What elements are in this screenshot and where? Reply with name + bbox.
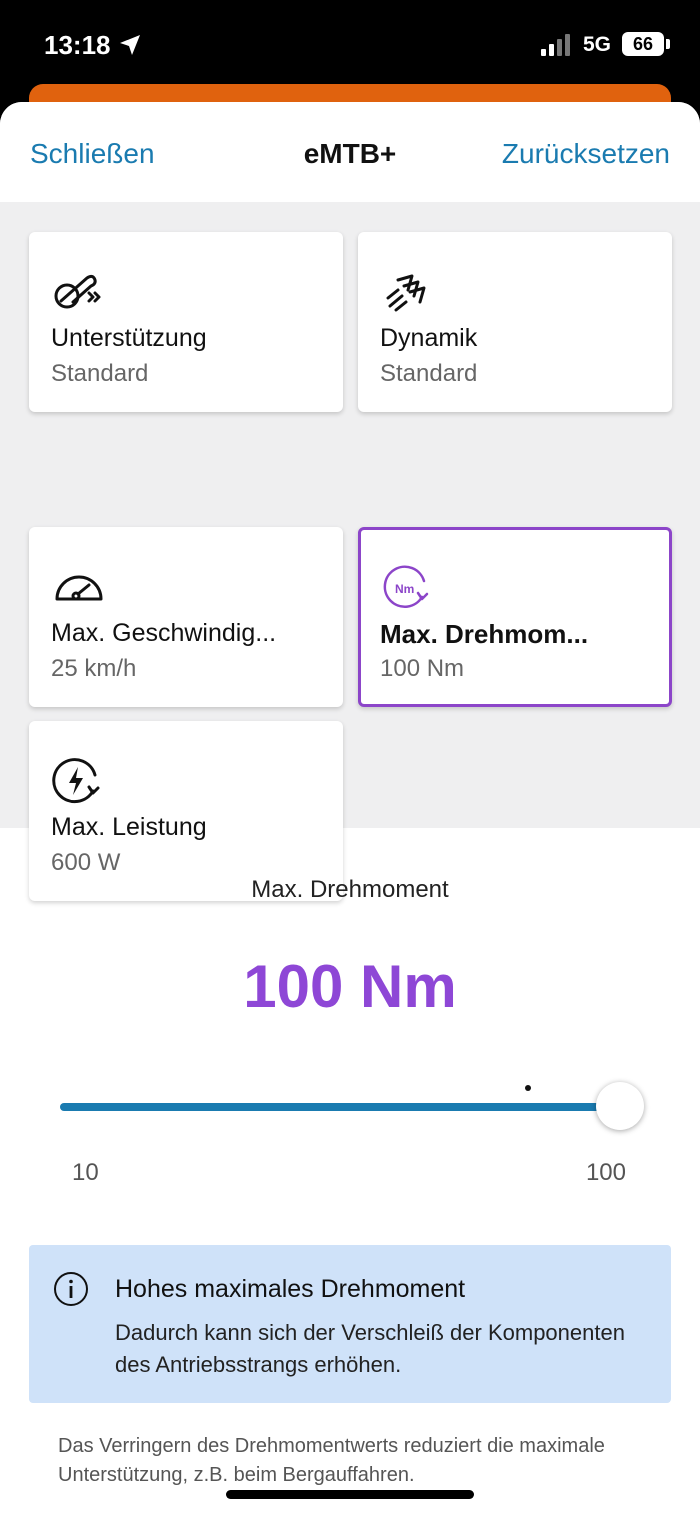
slider-max-label: 100 (585, 1159, 626, 1186)
torque-slider[interactable] (60, 1072, 644, 1142)
tile-value: 100 Nm (380, 655, 465, 682)
svg-text:Nm: Nm (395, 582, 414, 596)
home-indicator (226, 1490, 474, 1499)
info-box: Hohes maximales Drehmoment Dadurch kann … (29, 1245, 671, 1403)
dynamics-icon (386, 274, 426, 312)
cellular-signal-icon (541, 34, 570, 56)
info-icon (54, 1272, 88, 1306)
tile-title: Max. Drehmom... (380, 619, 589, 649)
slider-thumb[interactable] (596, 1082, 644, 1130)
info-title: Hohes maximales Drehmoment (115, 1275, 466, 1303)
reset-button[interactable]: Zurücksetzen (502, 138, 670, 170)
tile-title: Dynamik (380, 324, 478, 352)
info-text: Dadurch kann sich der Verschleiß der Kom… (115, 1320, 625, 1377)
status-time: 13:18 (44, 30, 111, 60)
tile-max-speed[interactable]: Max. Geschwindig... 25 km/h (29, 527, 343, 707)
settings-tiles: Unterstützung Standard Dynamik Standard … (0, 202, 700, 901)
tile-dynamics[interactable]: Dynamik Standard (358, 232, 672, 412)
torque-icon: Nm (383, 565, 429, 608)
assist-icon (54, 274, 101, 309)
tile-value: 600 W (51, 849, 121, 876)
location-arrow-icon (120, 35, 140, 55)
battery-cap (666, 39, 670, 49)
tile-value: 25 km/h (51, 655, 137, 682)
battery-icon: 66 (622, 32, 664, 56)
detail-label: Max. Drehmoment (251, 876, 449, 903)
tile-value: Standard (51, 360, 149, 387)
close-button[interactable]: Schließen (30, 138, 155, 170)
tile-assistance[interactable]: Unterstützung Standard (29, 232, 343, 412)
speedometer-icon (55, 575, 103, 601)
sheet-header: Schließen eMTB+ Zurücksetzen (0, 102, 700, 202)
power-icon (52, 758, 100, 804)
tile-title: Max. Leistung (51, 813, 207, 841)
app-screen: 13:18 5G 66 Schließen eMTB+ Zurücksetzen (0, 0, 700, 1514)
status-bar: 13:18 5G 66 (0, 0, 700, 90)
slider-track (60, 1103, 620, 1111)
footnote-text: Das Verringern des Drehmomentwerts reduz… (58, 1435, 605, 1486)
tile-max-torque[interactable]: Nm Max. Drehmom... 100 Nm (358, 527, 672, 707)
tile-title: Unterstützung (51, 324, 207, 352)
tile-value: Standard (380, 360, 478, 387)
tile-title: Max. Geschwindig... (51, 619, 277, 647)
detail-value: 100 Nm (243, 953, 457, 1020)
settings-sheet: Schließen eMTB+ Zurücksetzen Unterstützu… (0, 102, 700, 1514)
network-type: 5G (583, 33, 612, 56)
tile-max-power[interactable]: Max. Leistung 600 W (29, 721, 343, 901)
slider-min-label: 10 (72, 1159, 99, 1186)
slider-marker (525, 1085, 531, 1091)
